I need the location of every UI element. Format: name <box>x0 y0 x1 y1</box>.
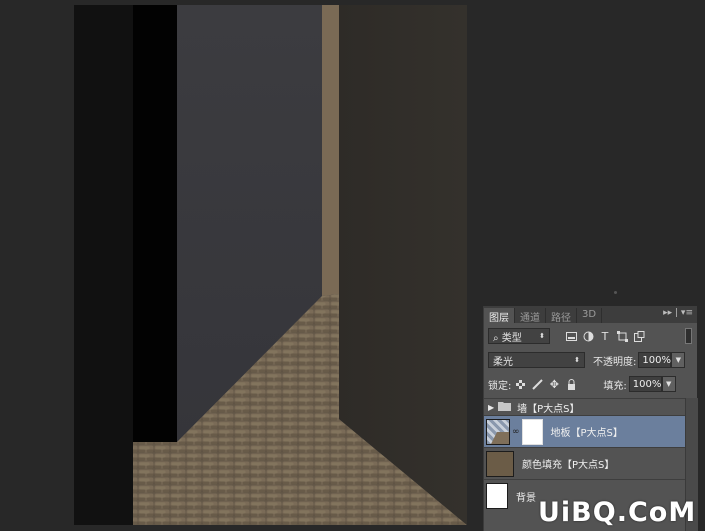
blend-row: 柔光 ⬍ 不透明度: 100% ▼ <box>484 351 697 369</box>
tab-layers[interactable]: 图层 <box>484 308 515 324</box>
lock-position-icon[interactable]: ✥ <box>547 377 561 391</box>
canvas-guide-dot <box>614 291 617 294</box>
blend-mode-label: 柔光 <box>493 356 513 368</box>
layer-floor[interactable]: ∞ 地板【P大点S】 <box>484 416 685 448</box>
document-canvas[interactable] <box>74 5 467 525</box>
filter-kind-select[interactable]: ⌕ 类型 ⬍ <box>488 328 550 344</box>
color-fill-thumbnail <box>486 450 514 477</box>
watermark-logo: UiBQ.CoM <box>538 497 697 528</box>
opacity-dropdown-button[interactable]: ▼ <box>671 352 686 368</box>
tab-channels[interactable]: 通道 <box>515 308 546 324</box>
opacity-input[interactable]: 100% <box>638 352 672 368</box>
panel-menu-icon[interactable]: ▸▸ | ▾≡ <box>663 308 693 318</box>
filter-toggle-switch[interactable] <box>685 328 692 344</box>
updown-icon: ⬍ <box>539 332 545 340</box>
pixel-filter-icon[interactable] <box>564 329 578 343</box>
background-thumbnail <box>486 483 508 509</box>
layer-thumbnail <box>486 418 510 445</box>
lock-row: 锁定: ✥ 填充: 100% ▼ <box>484 375 697 393</box>
panel-tabs: 图层 通道 路径 3D ▸▸ | ▾≡ <box>484 306 697 324</box>
layer-mask-thumbnail[interactable] <box>521 418 543 445</box>
layer-name: 地板【P大点S】 <box>550 428 623 439</box>
link-chain-icon[interactable]: ∞ <box>512 427 520 437</box>
tab-3d[interactable]: 3D <box>577 308 603 323</box>
fill-input[interactable]: 100% <box>628 376 662 392</box>
alley-scene <box>74 5 467 525</box>
layer-name: 墙【P大点S】 <box>517 403 580 415</box>
fill-dropdown-button[interactable]: ▼ <box>661 376 676 392</box>
filter-kind-label: 类型 <box>501 332 522 344</box>
fill-label: 填充: <box>603 380 627 392</box>
layer-name: 颜色填充【P大点S】 <box>522 460 615 471</box>
adjustment-filter-icon[interactable] <box>581 329 595 343</box>
search-icon: ⌕ <box>493 332 499 344</box>
shape-filter-icon[interactable] <box>615 329 629 343</box>
expand-arrow-icon[interactable]: ▶ <box>488 403 494 412</box>
layers-list: ▶ 墙【P大点S】 ∞ 地板【P大点S】 颜色填充【P大点S】 背景 <box>484 398 685 512</box>
type-filter-icon[interactable]: T <box>598 329 612 343</box>
far-gap <box>322 5 339 296</box>
blend-mode-select[interactable]: 柔光 ⬍ <box>488 352 585 368</box>
lock-image-pixels-icon[interactable] <box>530 377 544 391</box>
left-dark-strip <box>74 5 133 525</box>
layer-color-fill[interactable]: 颜色填充【P大点S】 <box>484 448 685 480</box>
layer-name: 背景 <box>516 492 536 504</box>
smart-object-filter-icon[interactable] <box>632 329 646 343</box>
layer-group-wall[interactable]: ▶ 墙【P大点S】 <box>484 398 685 416</box>
lock-transparent-pixels-icon[interactable] <box>513 377 527 391</box>
folder-icon <box>498 401 512 414</box>
opacity-label: 不透明度: <box>593 356 637 368</box>
updown-icon: ⬍ <box>574 356 580 364</box>
filter-row: ⌕ 类型 ⬍ T <box>484 327 697 345</box>
lock-all-icon[interactable] <box>564 377 578 391</box>
tab-paths[interactable]: 路径 <box>546 308 577 324</box>
lock-label: 锁定: <box>488 380 512 392</box>
